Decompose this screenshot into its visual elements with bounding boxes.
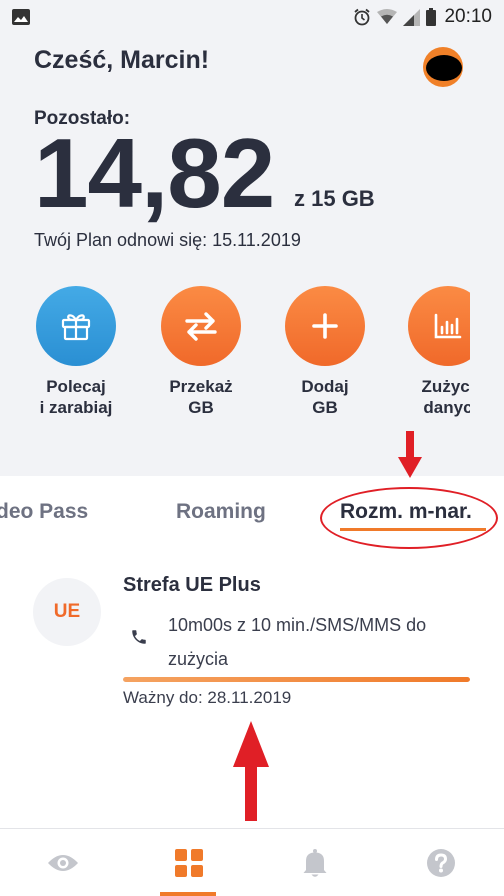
action-label-line2: i zarabiaj bbox=[39, 398, 113, 417]
grid-icon bbox=[175, 849, 203, 877]
bottom-navigation bbox=[0, 828, 504, 896]
bell-icon bbox=[303, 849, 327, 877]
transfer-gb-button[interactable]: Przekaż GB bbox=[139, 286, 263, 418]
nav-help[interactable] bbox=[378, 829, 504, 896]
signal-icon bbox=[403, 8, 421, 26]
remaining-data-value: 14,82 bbox=[34, 118, 275, 228]
action-label-line1: Dodaj bbox=[301, 377, 349, 396]
usage-progress-bar bbox=[123, 677, 470, 682]
eye-icon bbox=[48, 855, 78, 871]
status-time: 20:10 bbox=[444, 6, 492, 27]
greeting: Cześć, Marcin! bbox=[34, 46, 210, 74]
valid-until: Ważny do: 28.11.2019 bbox=[123, 688, 292, 707]
action-label-line1: Przekaż bbox=[169, 377, 233, 396]
usage-progress-fill bbox=[123, 677, 470, 682]
plan-renew-date: Twój Plan odnowi się: 15.11.2019 bbox=[34, 230, 301, 250]
zone-badge: UE bbox=[33, 578, 101, 646]
annotation-arrow-up bbox=[233, 721, 269, 821]
nav-notifications[interactable] bbox=[252, 829, 378, 896]
add-gb-button[interactable]: Dodaj GB bbox=[263, 286, 387, 418]
gift-icon bbox=[36, 286, 116, 366]
plus-icon bbox=[285, 286, 365, 366]
battery-icon bbox=[426, 8, 437, 26]
nav-services[interactable] bbox=[126, 829, 252, 896]
action-label-line2: danyc bbox=[423, 398, 473, 417]
offer-description: 10m00s z 10 min./SMS/MMS do zużycia bbox=[168, 615, 427, 669]
action-label-line1: Polecaj bbox=[46, 377, 106, 396]
nav-active-indicator bbox=[160, 892, 216, 896]
data-total: z 15 GB bbox=[294, 186, 375, 211]
tab-video-pass[interactable]: deo Pass bbox=[0, 500, 88, 524]
phone-icon bbox=[132, 630, 146, 644]
avatar[interactable] bbox=[423, 47, 463, 87]
status-bar: 20:10 bbox=[0, 0, 504, 34]
gallery-icon bbox=[12, 9, 30, 25]
refer-and-earn-button[interactable]: Polecaj i zarabiaj bbox=[14, 286, 138, 418]
action-label-line1: Zużyci bbox=[421, 377, 475, 396]
offer-title: Strefa UE Plus bbox=[123, 574, 261, 596]
wifi-icon bbox=[377, 9, 398, 24]
annotation-arrow-down bbox=[398, 431, 422, 478]
nav-overview[interactable] bbox=[0, 829, 126, 896]
help-icon bbox=[427, 849, 455, 877]
annotation-ellipse bbox=[320, 487, 498, 549]
action-label-line2: GB bbox=[312, 398, 338, 417]
actions-scroll-clip bbox=[470, 280, 504, 430]
alarm-icon bbox=[354, 8, 371, 26]
tab-roaming[interactable]: Roaming bbox=[176, 500, 266, 524]
transfer-arrows-icon bbox=[161, 286, 241, 366]
action-label-line2: GB bbox=[188, 398, 214, 417]
